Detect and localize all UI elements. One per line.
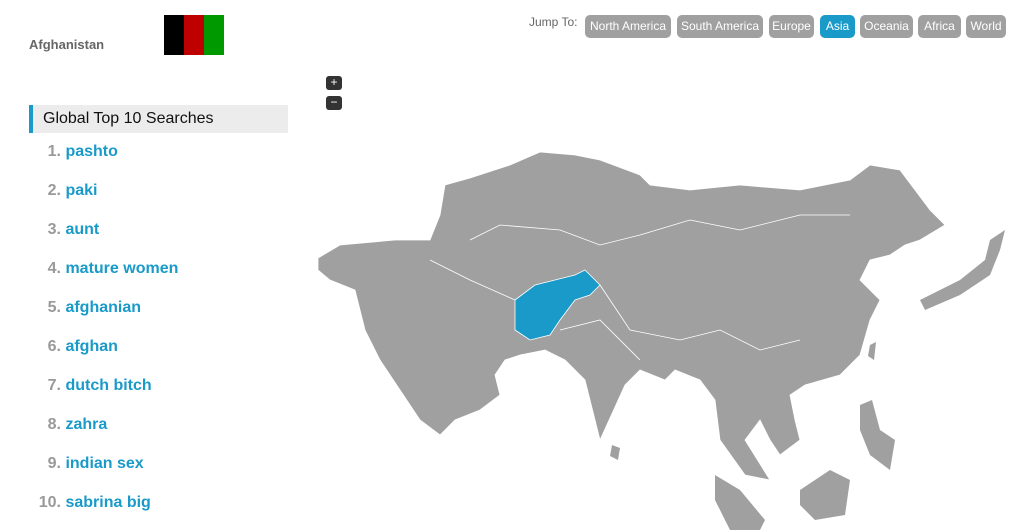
- region-south-america[interactable]: South America: [677, 15, 763, 38]
- afghanistan-flag: [164, 15, 224, 55]
- search-term-link[interactable]: pashto: [65, 143, 117, 160]
- region-oceania[interactable]: Oceania: [860, 15, 913, 38]
- search-term-link[interactable]: paki: [65, 182, 97, 199]
- rank: 5.: [47, 299, 61, 316]
- search-term-link[interactable]: mature women: [65, 260, 178, 277]
- search-term-link[interactable]: zahra: [65, 416, 107, 433]
- search-term-link[interactable]: indian sex: [65, 455, 143, 472]
- sri-lanka[interactable]: [610, 445, 620, 460]
- search-item[interactable]: 6. afghan: [30, 338, 118, 356]
- search-term-link[interactable]: afghan: [65, 338, 117, 355]
- search-item[interactable]: 3. aunt: [30, 221, 100, 239]
- country-name: Afghanistan: [29, 37, 105, 52]
- rank: 2.: [47, 182, 61, 199]
- philippines[interactable]: [860, 400, 895, 470]
- search-term-link[interactable]: afghanian: [65, 299, 141, 316]
- japan[interactable]: [920, 230, 1005, 310]
- search-item[interactable]: 5. afghanian: [30, 299, 141, 317]
- rank: 4.: [47, 260, 61, 277]
- indonesia[interactable]: [715, 475, 765, 530]
- search-item[interactable]: 7. dutch bitch: [30, 377, 152, 395]
- rank: 6.: [47, 338, 61, 355]
- search-item[interactable]: 10. sabrina big: [30, 494, 151, 512]
- search-term-link[interactable]: aunt: [65, 221, 99, 238]
- search-item[interactable]: 4. mature women: [30, 260, 179, 278]
- search-item[interactable]: 9. indian sex: [30, 455, 144, 473]
- search-term-link[interactable]: sabrina big: [65, 494, 150, 511]
- region-asia[interactable]: Asia: [820, 15, 855, 38]
- rank: 9.: [47, 455, 61, 472]
- search-term-link[interactable]: dutch bitch: [65, 377, 151, 394]
- jump-to-label: Jump To:: [529, 15, 578, 29]
- region-world[interactable]: World: [966, 15, 1006, 38]
- rank: 10.: [38, 494, 61, 511]
- asia-mainland[interactable]: [317, 151, 946, 481]
- panel-title: Global Top 10 Searches: [29, 105, 288, 133]
- search-item[interactable]: 8. zahra: [30, 416, 108, 434]
- zoom-out-button[interactable]: −: [326, 96, 342, 110]
- zoom-in-button[interactable]: +: [326, 76, 342, 90]
- search-item[interactable]: 2. paki: [30, 182, 98, 200]
- region-europe[interactable]: Europe: [769, 15, 814, 38]
- region-africa[interactable]: Africa: [918, 15, 961, 38]
- rank: 7.: [47, 377, 61, 394]
- rank: 8.: [47, 416, 61, 433]
- taiwan[interactable]: [868, 342, 876, 360]
- borneo[interactable]: [800, 470, 850, 520]
- rank: 3.: [47, 221, 61, 238]
- rank: 1.: [47, 143, 61, 160]
- search-item[interactable]: 1. pashto: [30, 143, 118, 161]
- region-north-america[interactable]: North America: [585, 15, 671, 38]
